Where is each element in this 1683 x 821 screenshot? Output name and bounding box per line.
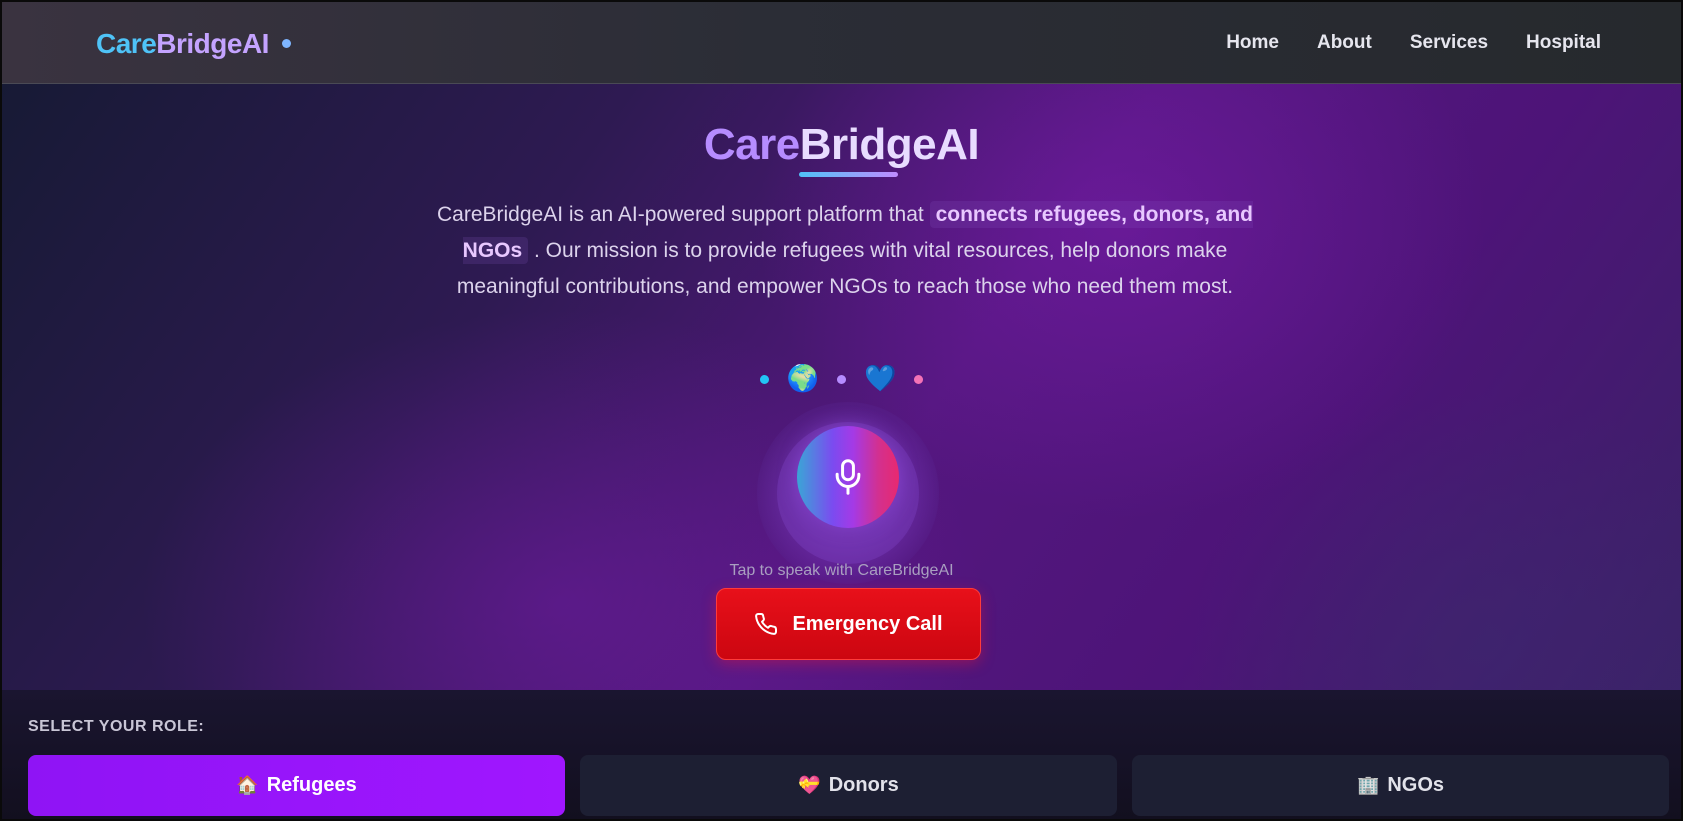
nav-link-about[interactable]: About <box>1317 32 1372 54</box>
heart-icon: 💙 <box>864 364 897 394</box>
hero-section: CareBridgeAI CareBridgeAI is an AI-power… <box>2 84 1681 690</box>
role-section: SELECT YOUR ROLE: 🏠 Refugees 💝 Donors 🏢 … <box>2 690 1681 819</box>
desc-mission: . Our mission is to provide refugees wit… <box>456 239 1234 298</box>
mic-caption: Tap to speak with CareBridgeAI <box>729 562 954 579</box>
emoji-row: 🌍 💙 <box>2 364 1681 394</box>
desc-intro: CareBridgeAI is an AI-powered support pl… <box>436 203 924 226</box>
role-section-label: SELECT YOUR ROLE: <box>28 718 205 735</box>
phone-icon <box>755 612 778 635</box>
gift-heart-icon: 💝 <box>798 775 821 796</box>
logo-care-text: Care <box>96 28 157 59</box>
role-donors-label: Donors <box>828 774 899 796</box>
navbar: CareBridgeAI Home About Services Hospita… <box>2 2 1681 84</box>
dot-purple-icon <box>837 374 846 384</box>
role-ngos-button[interactable]: 🏢 NGOs <box>1132 755 1669 816</box>
hero-title: CareBridgeAI <box>2 120 1681 170</box>
nav-link-home[interactable]: Home <box>1226 32 1279 54</box>
emergency-call-label: Emergency Call <box>792 612 943 635</box>
dot-cyan-icon <box>759 374 769 384</box>
house-icon: 🏠 <box>236 775 259 796</box>
role-donors-button[interactable]: 💝 Donors <box>580 755 1117 816</box>
role-ngos-label: NGOs <box>1387 774 1445 796</box>
app-window: CareBridgeAI Home About Services Hospita… <box>0 0 1683 821</box>
logo-bridge-text: BridgeAI <box>156 28 269 59</box>
logo-dot-icon <box>282 39 291 48</box>
building-icon: 🏢 <box>1356 775 1380 796</box>
hero-title-care: Care <box>703 120 800 169</box>
role-refugees-button[interactable]: 🏠 Refugees <box>28 755 565 816</box>
role-refugees-label: Refugees <box>266 774 357 796</box>
logo[interactable]: CareBridgeAI <box>96 28 269 60</box>
dot-pink-icon <box>914 374 924 384</box>
nav-link-hospital[interactable]: Hospital <box>1526 32 1601 54</box>
emergency-call-button[interactable]: Emergency Call <box>716 588 981 660</box>
title-underline <box>799 172 898 177</box>
globe-icon: 🌍 <box>786 364 819 394</box>
microphone-icon <box>835 459 861 495</box>
hero-title-bridge: BridgeAI <box>799 120 980 169</box>
hero-description: CareBridgeAI is an AI-powered support pl… <box>432 197 1258 305</box>
nav-links: Home About Services Hospital <box>1226 32 1601 54</box>
voice-mic-button[interactable] <box>797 426 899 528</box>
nav-link-services[interactable]: Services <box>1410 32 1488 54</box>
